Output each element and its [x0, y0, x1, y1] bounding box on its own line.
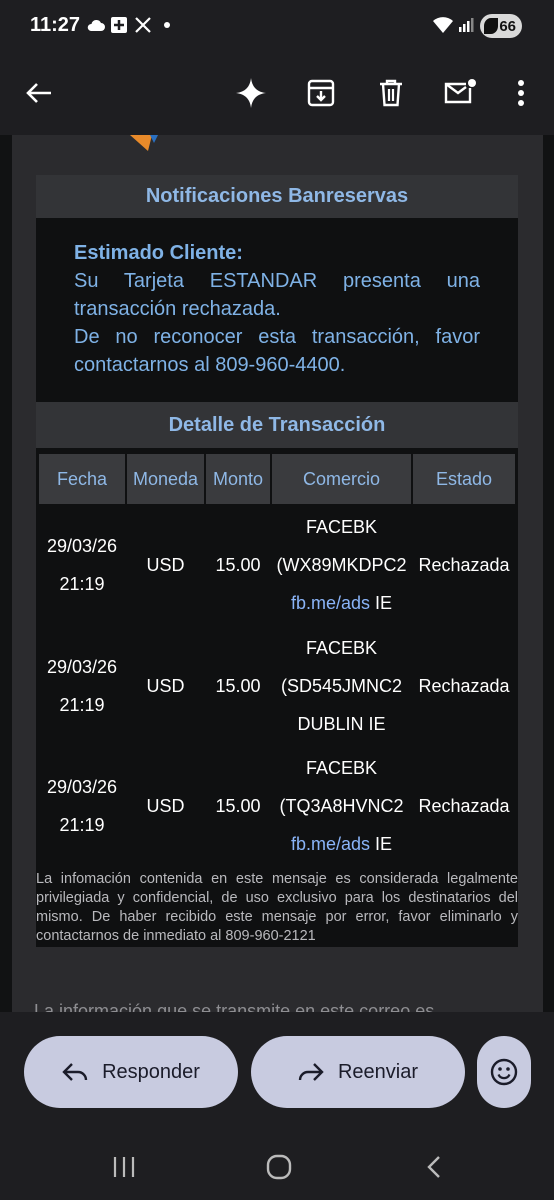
message-line: Su Tarjeta ESTANDAR presenta una [74, 270, 480, 292]
cell-estado: Rechazada [418, 555, 510, 575]
cell-monto: 15.00 [215, 676, 261, 696]
battery-level: 66 [499, 17, 516, 35]
fecha-date: 29/03/26 [46, 657, 118, 677]
leaf-icon [484, 18, 498, 34]
cloud-icon [86, 14, 106, 36]
back-arrow-icon[interactable] [16, 70, 62, 116]
bottom-action-bar: Responder Reenviar [0, 1012, 554, 1200]
comercio-line: (TQ3A8HVNC2 [279, 796, 404, 816]
comercio-suffix: IE [370, 834, 393, 854]
cell-monto: 15.00 [215, 796, 261, 816]
comercio-suffix: IE [370, 593, 393, 613]
forward-icon [298, 1063, 324, 1081]
message-line: contactarnos al 809-960-4400. [74, 354, 346, 376]
signal-icon [458, 14, 474, 36]
more-vert-icon[interactable] [498, 70, 544, 116]
reply-icon [62, 1063, 88, 1081]
cell-estado: Rechazada [418, 796, 510, 816]
cell-estado: Rechazada [418, 676, 510, 696]
wifi-icon [432, 14, 454, 36]
fecha-date: 29/03/26 [46, 777, 118, 797]
comercio-line: (WX89MKDPC2 [276, 555, 407, 575]
x-logo-icon [135, 14, 151, 36]
delete-icon[interactable] [368, 70, 414, 116]
cell-comercio: FACEBK (TQ3A8HVNC2 fb.me/ads IE [272, 749, 411, 863]
plus-box-icon [110, 14, 128, 36]
cell-monto: 15.00 [215, 555, 261, 575]
battery-icon: 66 [480, 14, 522, 38]
column-header-monto: Monto [206, 454, 270, 504]
smiley-icon [490, 1058, 518, 1086]
comercio-line: DUBLIN IE [297, 714, 386, 734]
column-header-moneda: Moneda [127, 454, 204, 504]
comercio-line: FACEBK [305, 758, 378, 778]
notification-header: Notificaciones Banreservas [36, 175, 518, 218]
cell-moneda: USD [146, 555, 185, 575]
column-header-comercio: Comercio [272, 454, 411, 504]
fecha-time: 21:19 [59, 815, 105, 835]
comercio-line: (SD545JMNC2 [280, 676, 403, 696]
cell-comercio: FACEBK (WX89MKDPC2 fb.me/ads IE [272, 508, 411, 622]
status-time: 11:27 [30, 14, 81, 36]
logo-fragment-icon [130, 135, 158, 151]
emoji-reaction-button[interactable] [477, 1036, 531, 1108]
app-bar [0, 52, 554, 135]
cell-moneda: USD [146, 676, 185, 696]
message-line: De no reconocer esta transacción, favor [74, 326, 480, 348]
truncated-footer-text: La información que se transmite en este … [34, 1001, 435, 1012]
legal-disclaimer: La infomación contenida en este mensaje … [36, 871, 518, 944]
recent-apps-icon[interactable] [104, 1152, 144, 1182]
comercio-line: FACEBK [305, 638, 378, 658]
fecha-time: 21:19 [59, 574, 105, 594]
comercio-link[interactable]: fb.me/ads [291, 593, 370, 613]
home-icon[interactable] [259, 1152, 299, 1182]
greeting-title: Estimado Cliente: [74, 242, 243, 264]
fecha-time: 21:19 [59, 695, 105, 715]
column-header-estado: Estado [413, 454, 515, 504]
reply-button[interactable]: Responder [24, 1036, 238, 1108]
cell-fecha: 29/03/26 21:19 [39, 768, 125, 844]
column-header-fecha: Fecha [39, 454, 125, 504]
mark-unread-icon[interactable] [438, 70, 484, 116]
cell-moneda: USD [146, 796, 185, 816]
dot-icon [163, 14, 171, 36]
message-line: transacción rechazada. [74, 298, 281, 320]
archive-icon[interactable] [298, 70, 344, 116]
reply-label: Responder [102, 1060, 200, 1083]
sparkle-icon[interactable] [228, 70, 274, 116]
comercio-link[interactable]: fb.me/ads [291, 834, 370, 854]
cell-comercio: FACEBK (SD545JMNC2 DUBLIN IE [272, 629, 411, 743]
greeting-block: Estimado Cliente: Su Tarjeta ESTANDAR pr… [74, 239, 480, 379]
fecha-date: 29/03/26 [46, 536, 118, 556]
detail-header: Detalle de Transacción [36, 402, 518, 448]
forward-button[interactable]: Reenviar [251, 1036, 465, 1108]
back-nav-icon[interactable] [414, 1152, 454, 1182]
comercio-line: FACEBK [305, 517, 378, 537]
email-content: Notificaciones Banreservas Estimado Clie… [0, 135, 554, 1012]
cell-fecha: 29/03/26 21:19 [39, 648, 125, 724]
status-bar: 11:27 66 [0, 0, 554, 52]
cell-fecha: 29/03/26 21:19 [39, 527, 125, 603]
forward-label: Reenviar [337, 1060, 419, 1083]
